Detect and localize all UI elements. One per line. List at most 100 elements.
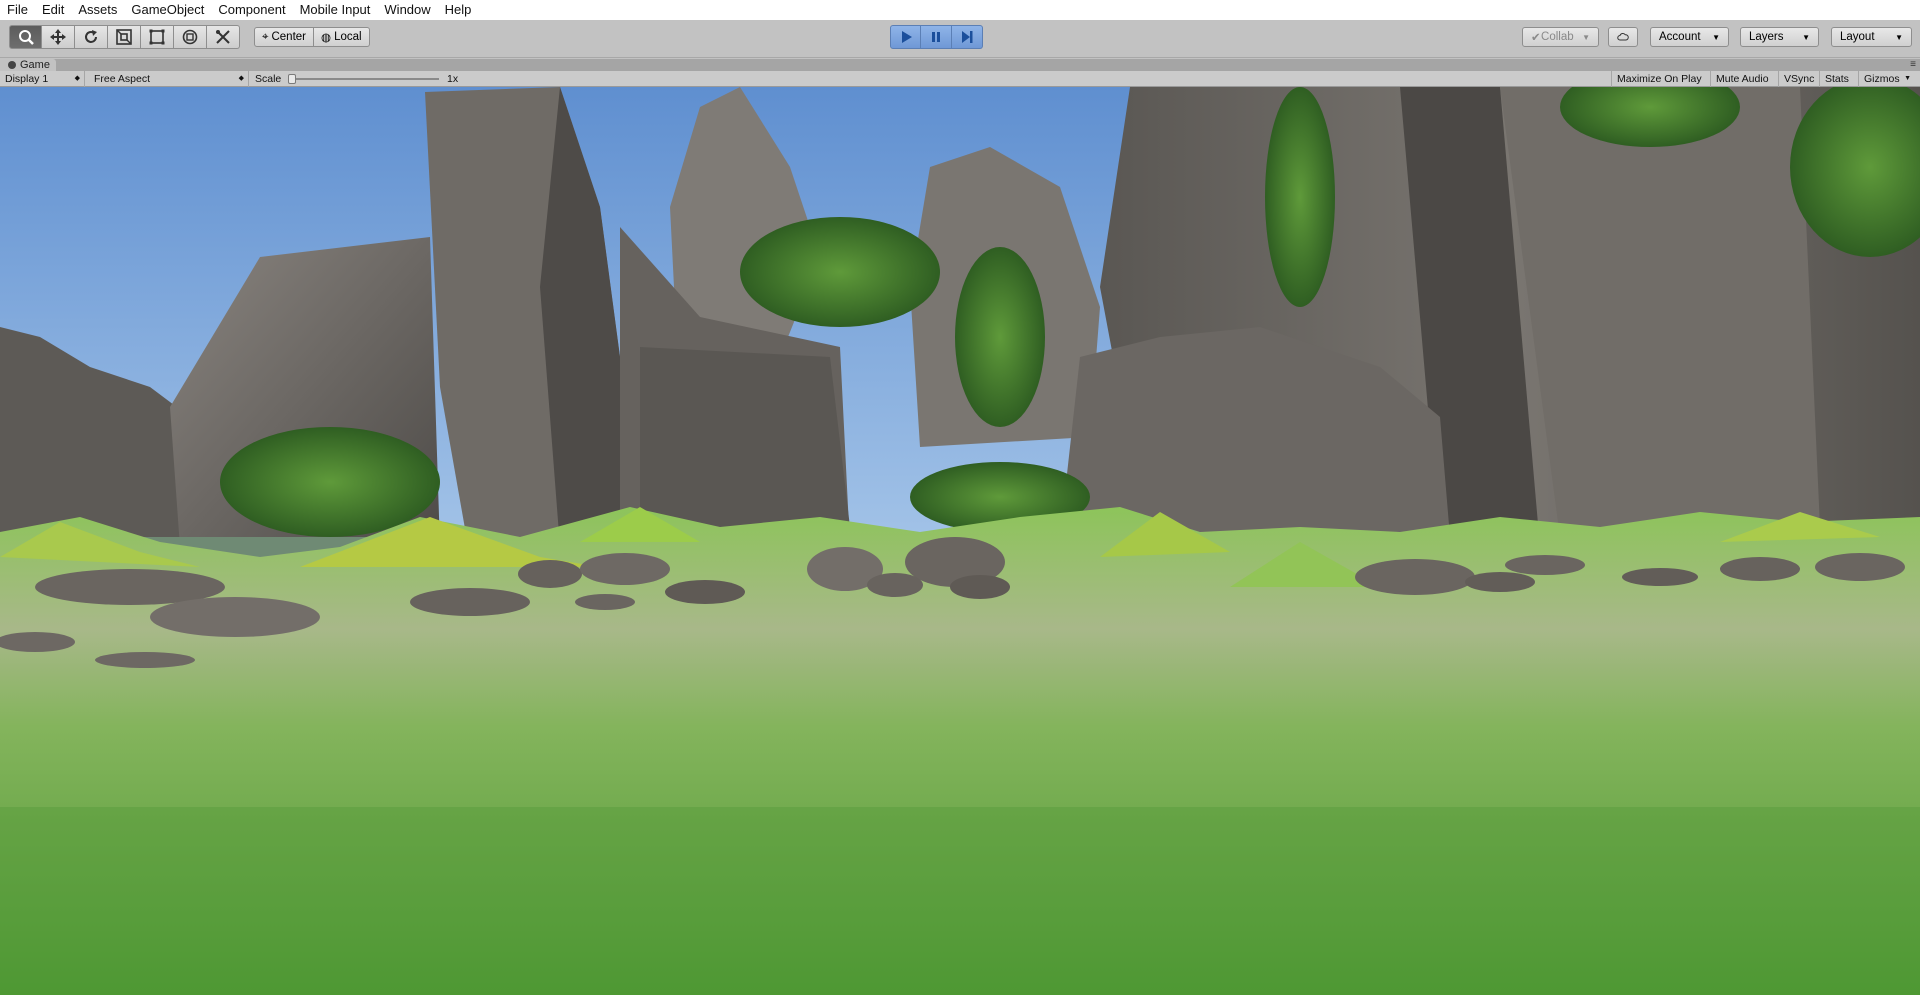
stats-toggle[interactable]: Stats: [1820, 71, 1859, 87]
main-toolbar: ⌖ Center ◍ Local ✔ Collab ▼ Account ▼ La…: [0, 20, 1920, 58]
menu-gameobject[interactable]: GameObject: [124, 0, 211, 20]
vsync-toggle[interactable]: VSync: [1779, 71, 1820, 87]
playback-controls: [890, 25, 983, 49]
layout-dropdown[interactable]: Layout ▼: [1831, 27, 1912, 47]
menu-file[interactable]: File: [0, 0, 35, 20]
cloud-button[interactable]: [1608, 27, 1638, 47]
menu-window[interactable]: Window: [377, 0, 437, 20]
boulder: [410, 588, 530, 616]
maximize-on-play-toggle[interactable]: Maximize On Play: [1611, 71, 1711, 87]
custom-tool-button[interactable]: [207, 25, 240, 49]
tab-menu-icon[interactable]: ≡: [1910, 59, 1916, 71]
scale-slider-thumb[interactable]: [288, 74, 296, 84]
boulder: [1815, 553, 1905, 581]
hand-tool-button[interactable]: [9, 25, 42, 49]
boulder: [1622, 568, 1698, 586]
rock-blocks-middle: [640, 347, 850, 527]
boulder: [580, 553, 670, 585]
bush-left: [220, 427, 440, 537]
boulder: [665, 580, 745, 604]
boulder: [1465, 572, 1535, 592]
boulder: [1505, 555, 1585, 575]
aspect-label: Free Aspect: [94, 73, 151, 85]
boulder: [950, 575, 1010, 599]
chevron-down-icon: ▼: [1802, 32, 1810, 42]
boulder: [95, 652, 195, 668]
menu-bar: File Edit Assets GameObject Component Mo…: [0, 0, 1920, 20]
chevron-down-icon: ▼: [1582, 32, 1590, 42]
play-icon: [901, 31, 912, 43]
chevron-down-icon: ▼: [1895, 32, 1903, 42]
account-dropdown[interactable]: Account ▼: [1650, 27, 1729, 47]
pivot-local-button[interactable]: ◍ Local: [314, 27, 370, 47]
local-icon: ◍: [321, 32, 332, 44]
boulder: [1355, 559, 1475, 595]
pivot-local-label: Local: [334, 31, 362, 43]
menu-edit[interactable]: Edit: [35, 0, 71, 20]
pivot-icon: ⌖: [262, 30, 269, 43]
scale-tool-button[interactable]: [108, 25, 141, 49]
pivot-controls: ⌖ Center ◍ Local: [254, 27, 370, 47]
game-view-toolbar: Display 1 ◆ Free Aspect ◆ Scale 1x Maxim…: [0, 71, 1920, 87]
collab-button[interactable]: ✔ Collab ▼: [1522, 27, 1599, 47]
mute-audio-toggle[interactable]: Mute Audio: [1711, 71, 1779, 87]
scale-value: 1x: [447, 73, 459, 85]
rotate-tool-button[interactable]: [75, 25, 108, 49]
boulder: [150, 597, 320, 637]
boulder: [867, 573, 923, 597]
scale-slider-track[interactable]: [289, 78, 439, 80]
menu-mobile-input[interactable]: Mobile Input: [293, 0, 378, 20]
menu-assets[interactable]: Assets: [71, 0, 124, 20]
layers-dropdown[interactable]: Layers ▼: [1740, 27, 1819, 47]
move-tool-icon: [50, 29, 66, 45]
display-label: Display 1: [5, 73, 49, 85]
updown-icon: ◆: [238, 75, 244, 82]
tab-game-label: Game: [20, 59, 50, 71]
check-icon: ✔: [1531, 32, 1541, 44]
rotate-tool-icon: [85, 30, 97, 43]
transform-tool-icon: [182, 29, 198, 45]
display-dropdown[interactable]: Display 1 ◆: [0, 71, 85, 87]
chevron-down-icon: ▼: [1712, 32, 1720, 42]
pivot-center-label: Center: [271, 31, 307, 43]
hand-tool-icon: [18, 30, 34, 45]
transform-tool-button[interactable]: [174, 25, 207, 49]
collab-label: Collab: [1541, 31, 1574, 43]
move-tool-button[interactable]: [42, 25, 75, 49]
scale-tool-icon: [116, 29, 132, 45]
rect-tool-button[interactable]: [141, 25, 174, 49]
rect-tool-icon: [149, 29, 165, 45]
account-label: Account: [1659, 31, 1701, 43]
pause-button[interactable]: [921, 25, 952, 49]
boulder: [575, 594, 635, 610]
updown-icon: ◆: [74, 75, 80, 82]
tree-cluster-middle: [955, 247, 1045, 427]
tree-vine: [1265, 87, 1335, 307]
grass-foreground: [0, 807, 1920, 995]
menu-help[interactable]: Help: [438, 0, 479, 20]
layout-label: Layout: [1840, 31, 1875, 43]
game-scene: [0, 87, 1920, 995]
game-tab-icon: [8, 61, 16, 69]
cloud-icon: [1617, 33, 1629, 41]
gizmos-label: Gizmos: [1864, 73, 1900, 85]
chevron-down-icon: ▼: [1904, 75, 1911, 82]
play-button[interactable]: [890, 25, 921, 49]
boulder: [518, 560, 582, 588]
scale-label: Scale: [255, 73, 282, 85]
boulder: [1720, 557, 1800, 581]
pivot-center-button[interactable]: ⌖ Center: [254, 27, 315, 47]
game-viewport[interactable]: [0, 87, 1920, 995]
step-icon: [962, 31, 973, 43]
pause-icon: [932, 32, 940, 42]
transform-tools: [9, 25, 240, 49]
tab-row: Game ≡: [0, 59, 1920, 71]
layers-label: Layers: [1749, 31, 1784, 43]
menu-component[interactable]: Component: [211, 0, 292, 20]
tab-game[interactable]: Game: [0, 59, 56, 71]
aspect-dropdown[interactable]: Free Aspect ◆: [89, 71, 249, 87]
gizmos-dropdown[interactable]: Gizmos ▼: [1859, 71, 1915, 87]
custom-tool-icon: [216, 30, 230, 44]
tree-cluster-top: [740, 217, 940, 327]
step-button[interactable]: [952, 25, 983, 49]
